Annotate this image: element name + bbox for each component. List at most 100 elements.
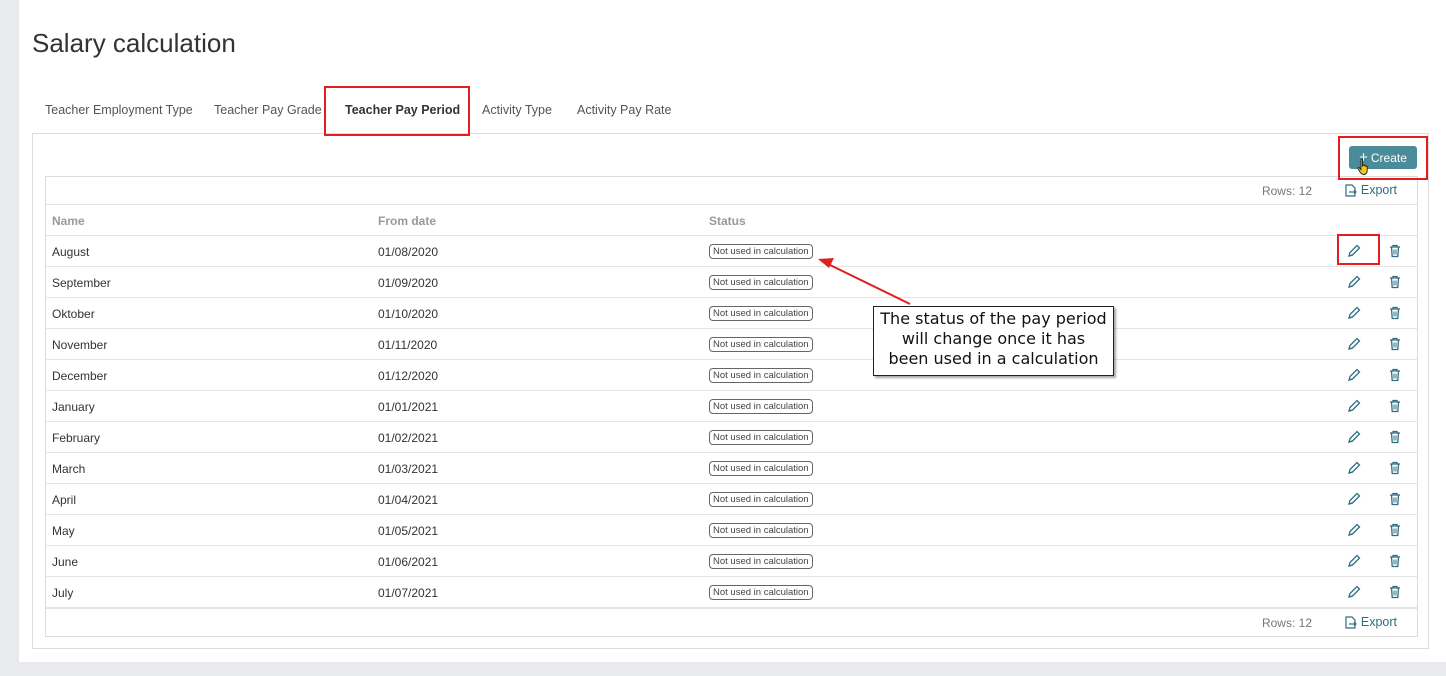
row-name: February [52, 431, 101, 445]
tab-teacher-employment-type[interactable]: Teacher Employment Type [45, 96, 193, 126]
export-button[interactable]: Export [1344, 183, 1397, 197]
delete-button[interactable] [1387, 367, 1403, 383]
row-name: March [52, 462, 86, 476]
trash-icon [1387, 306, 1403, 324]
trash-icon [1387, 337, 1403, 355]
status-badge: Not used in calculation [709, 368, 813, 383]
grid-toolbar-top: Rows: 12 Export [46, 177, 1417, 205]
edit-button[interactable] [1346, 274, 1362, 290]
delete-button[interactable] [1387, 243, 1403, 259]
hand-cursor-icon [1357, 158, 1368, 175]
create-button-label: Create [1370, 150, 1407, 165]
trash-icon [1387, 585, 1403, 603]
column-header-name[interactable]: Name [52, 214, 85, 228]
table-row: July 01/07/2021 Not used in calculation [46, 577, 1417, 608]
rows-count: Rows: 12 [1261, 184, 1312, 198]
delete-button[interactable] [1387, 553, 1403, 569]
status-badge: Not used in calculation [709, 399, 813, 414]
row-from-date: 01/12/2020 [378, 369, 439, 383]
delete-button[interactable] [1387, 584, 1403, 600]
row-name: November [52, 338, 108, 352]
table-row: December 01/12/2020 Not used in calculatio… [46, 360, 1417, 391]
edit-button[interactable] [1346, 429, 1362, 445]
column-header-status[interactable]: Status [709, 214, 746, 228]
delete-button[interactable] [1387, 491, 1403, 507]
callout-line-3: been used in a calculation [888, 349, 1099, 368]
rows-count-bottom: Rows: 12 [1261, 616, 1312, 630]
row-name: June [52, 555, 79, 569]
table-row: November 01/11/2020 Not used in calculatio… [46, 329, 1417, 360]
tab-activity-pay-rate[interactable]: Activity Pay Rate [577, 96, 671, 126]
callout-line-2: will change once it has [901, 329, 1086, 348]
edit-button[interactable] [1346, 243, 1362, 259]
table-row: April 01/04/2021 Not used in calculation [46, 484, 1417, 515]
trash-icon [1387, 492, 1403, 510]
table-header: Name From date Status [46, 206, 1417, 236]
edit-button[interactable] [1346, 553, 1362, 569]
pencil-icon [1346, 461, 1362, 479]
delete-button[interactable] [1387, 522, 1403, 538]
status-badge: Not used in calculation [709, 461, 813, 476]
row-name: September [52, 276, 111, 290]
tab-activity-type[interactable]: Activity Type [482, 96, 552, 126]
status-badge: Not used in calculation [709, 492, 813, 507]
table-row: January 01/01/2021 Not used in calculation [46, 391, 1417, 422]
pencil-icon [1346, 554, 1362, 572]
pencil-icon [1346, 368, 1362, 386]
pay-period-grid: Rows: 12 Export Name From date Status Au… [45, 176, 1418, 637]
export-button-bottom[interactable]: Export [1344, 615, 1397, 629]
row-name: May [52, 524, 75, 538]
row-from-date: 01/07/2021 [378, 586, 439, 600]
pencil-icon [1346, 244, 1362, 262]
status-badge: Not used in calculation [709, 275, 813, 290]
status-badge: Not used in calculation [709, 244, 813, 259]
export-icon [1345, 615, 1357, 629]
table-row: Oktober 01/10/2020 Not used in calculation [46, 298, 1417, 329]
trash-icon [1387, 399, 1403, 417]
row-from-date: 01/08/2020 [378, 245, 439, 259]
row-name: August [52, 245, 90, 259]
trash-icon [1387, 523, 1403, 541]
row-from-date: 01/10/2020 [378, 307, 439, 321]
edit-button[interactable] [1346, 522, 1362, 538]
delete-button[interactable] [1387, 460, 1403, 476]
status-badge: Not used in calculation [709, 523, 813, 538]
edit-button[interactable] [1346, 305, 1362, 321]
status-badge: Not used in calculation [709, 306, 813, 321]
table-row: February 01/02/2021 Not used in calculatio… [46, 422, 1417, 453]
export-icon [1345, 183, 1357, 197]
row-from-date: 01/04/2021 [378, 493, 439, 507]
tab-teacher-pay-period[interactable]: Teacher Pay Period [345, 96, 460, 126]
page-title: Salary calculation [32, 28, 236, 58]
row-from-date: 01/09/2020 [378, 276, 439, 290]
edit-button[interactable] [1346, 367, 1362, 383]
table-row: June 01/06/2021 Not used in calculation [46, 546, 1417, 577]
row-name: July [52, 586, 74, 600]
row-name: December [52, 369, 108, 383]
delete-button[interactable] [1387, 429, 1403, 445]
status-badge: Not used in calculation [709, 337, 813, 352]
row-name: Oktober [52, 307, 95, 321]
pencil-icon [1346, 430, 1362, 448]
pencil-icon [1346, 337, 1362, 355]
delete-button[interactable] [1387, 305, 1403, 321]
edit-button[interactable] [1346, 584, 1362, 600]
row-from-date: 01/06/2021 [378, 555, 439, 569]
delete-button[interactable] [1387, 274, 1403, 290]
row-name: April [52, 493, 77, 507]
edit-button[interactable] [1346, 460, 1362, 476]
grid-toolbar-bottom: Rows: 12 Export [46, 608, 1417, 636]
pencil-icon [1346, 585, 1362, 603]
table-row: September 01/09/2020 Not used in calculati… [46, 267, 1417, 298]
delete-button[interactable] [1387, 336, 1403, 352]
export-label: Export [1360, 183, 1397, 197]
table-row: May 01/05/2021 Not used in calculation [46, 515, 1417, 546]
edit-button[interactable] [1346, 491, 1362, 507]
delete-button[interactable] [1387, 398, 1403, 414]
column-header-from-date[interactable]: From date [378, 214, 436, 228]
status-badge: Not used in calculation [709, 430, 813, 445]
status-badge: Not used in calculation [709, 554, 813, 569]
tab-teacher-pay-grade[interactable]: Teacher Pay Grade [214, 96, 322, 126]
edit-button[interactable] [1346, 398, 1362, 414]
edit-button[interactable] [1346, 336, 1362, 352]
